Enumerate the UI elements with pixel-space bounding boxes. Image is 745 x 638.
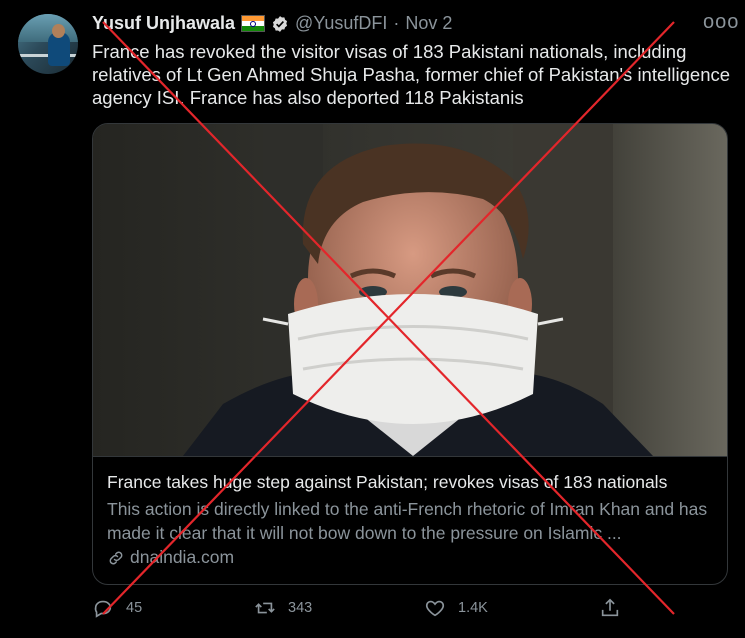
- avatar-head: [52, 24, 65, 38]
- link-preview-card[interactable]: France takes huge step against Pakistan;…: [92, 123, 728, 585]
- like-count: 1.4K: [458, 600, 488, 616]
- more-options-icon[interactable]: ooo: [703, 11, 739, 34]
- tweet-text: France has revoked the visitor visas of …: [92, 41, 731, 108]
- verified-badge-icon: [272, 15, 288, 32]
- retweet-icon: [255, 602, 275, 614]
- india-flag-icon: [241, 15, 266, 32]
- tweet-date[interactable]: Nov 2: [405, 13, 452, 34]
- retweet-button[interactable]: 343: [254, 597, 312, 619]
- card-domain: dnaindia.com: [130, 547, 235, 567]
- tweet-actions: 45 343 1.4K: [0, 597, 745, 623]
- reply-count: 45: [126, 600, 143, 616]
- reply-icon: [94, 600, 112, 618]
- heart-icon: [425, 600, 445, 617]
- share-icon: [601, 598, 619, 617]
- tweet-header: Yusuf Unjhawala @YusufDFI · Nov 2: [92, 13, 452, 34]
- card-domain-link: dnaindia.com: [107, 547, 234, 568]
- author-handle[interactable]: @YusufDFI: [295, 13, 387, 34]
- masked-man-photo: [93, 124, 727, 456]
- like-button[interactable]: 1.4K: [424, 597, 488, 619]
- header-separator: ·: [393, 13, 400, 33]
- card-image: [93, 124, 727, 456]
- author-name[interactable]: Yusuf Unjhawala: [92, 13, 235, 34]
- retweet-count: 343: [288, 600, 313, 616]
- card-description: This action is directly linked to the an…: [107, 499, 708, 543]
- link-icon: [109, 551, 123, 564]
- card-title: France takes huge step against Pakistan;…: [107, 472, 668, 492]
- share-button[interactable]: [599, 597, 621, 619]
- author-avatar[interactable]: [18, 14, 78, 74]
- reply-button[interactable]: 45: [92, 597, 142, 619]
- card-body: France takes huge step against Pakistan;…: [93, 456, 727, 584]
